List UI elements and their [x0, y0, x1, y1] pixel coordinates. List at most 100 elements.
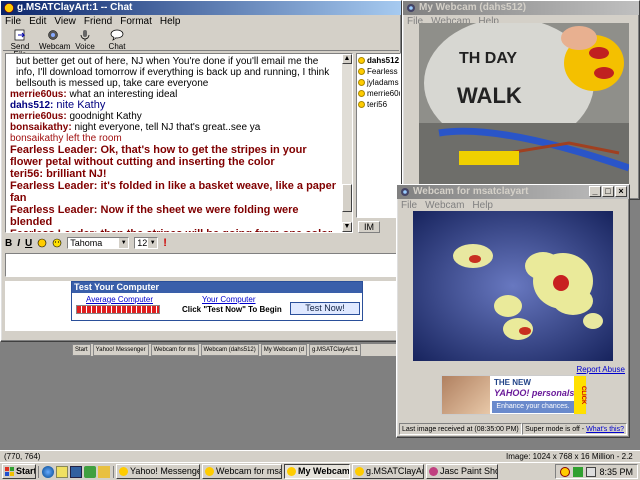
chat-menubar: File Edit View Friend Format Help — [1, 15, 401, 28]
chat-titlebar[interactable]: g.MSATClayArt:1 -- Chat — [1, 1, 401, 15]
user-status-icon — [358, 101, 365, 108]
user-list-item[interactable]: jyladams — [358, 77, 399, 88]
windows-logo-icon — [5, 467, 14, 476]
chevron-down-icon: ▼ — [119, 238, 129, 248]
my-webcam-title: My Webcam (dahs512) — [419, 2, 527, 13]
task-label: Jasc Paint Shop P... — [440, 466, 497, 476]
task-buttons: Yahoo! Messenge... Webcam for msat... My W… — [116, 464, 498, 479]
im-button[interactable]: IM — [358, 221, 380, 233]
outlook-icon[interactable] — [56, 465, 68, 478]
size-select[interactable]: 12 ▼ — [134, 237, 159, 249]
message-sender[interactable]: Fearless Leader: — [10, 180, 97, 192]
message-text: left the room — [63, 133, 122, 144]
chat-toolbar: Send File Webcam Voice Chat — [3, 29, 399, 59]
whats-this-link[interactable]: What's this? — [586, 426, 624, 433]
maximize-button[interactable]: □ — [602, 186, 614, 197]
taskbar-button[interactable]: Yahoo! Messenge... — [116, 464, 200, 479]
task-label: My Webcam (... — [298, 466, 350, 476]
scroll-thumb[interactable] — [342, 184, 352, 212]
font-select-value: Tahoma — [70, 238, 103, 248]
font-select[interactable]: Tahoma ▼ — [67, 237, 130, 249]
message-sender[interactable]: teri56: — [10, 168, 43, 180]
send-file-button[interactable]: Send File — [5, 29, 35, 59]
task-label: g.MSATClayArt:1 ... — [366, 466, 423, 476]
ad-click-text: Click "Test Now" To Begin — [182, 305, 282, 314]
message-sender[interactable]: Fearless Leader: — [10, 228, 97, 232]
user-list-item[interactable]: teri56 — [358, 99, 399, 110]
chat-button[interactable]: Chat — [103, 29, 131, 51]
message-list: but better get out of here, NJ when You'… — [10, 56, 340, 232]
my-webcam-video: TH DAY WALK — [419, 23, 629, 193]
cursor-coords: (770, 764) — [4, 452, 41, 461]
color-icon[interactable] — [37, 238, 47, 248]
network-tray-icon[interactable] — [573, 466, 584, 477]
message-sender[interactable]: merrie60us: — [10, 111, 67, 122]
webcam-button[interactable]: Webcam — [39, 29, 71, 51]
message-input[interactable] — [5, 253, 399, 277]
media-icon[interactable] — [84, 465, 96, 478]
menu-help[interactable]: Help — [160, 15, 181, 28]
user-list-item[interactable]: merrie60us — [358, 88, 400, 99]
ie-icon[interactable] — [42, 465, 54, 478]
format-bar: B I U Tahoma ▼ 12 ▼ ! — [5, 236, 399, 250]
super-mode-status: Super mode is off - What's this? — [522, 423, 627, 435]
message-area[interactable]: but better get out of here, NJ when You'… — [5, 53, 353, 233]
close-button[interactable]: × — [615, 186, 627, 197]
webcam-icon — [401, 188, 409, 196]
message-sender[interactable]: Fearless Leader: — [10, 144, 97, 156]
scroll-down-arrow[interactable]: ▼ — [342, 222, 352, 232]
italic-button[interactable]: I — [17, 238, 20, 249]
clock: 8:35 PM — [599, 466, 633, 477]
user-list-item[interactable]: Fearless Le — [358, 66, 400, 77]
chat-message: merrie60us: goodnight Kathy — [10, 111, 340, 122]
webcam-viewer-titlebar[interactable]: Webcam for msatclayart _ □ × — [397, 185, 629, 199]
user-name: merrie60us — [367, 89, 400, 98]
taskbar-button[interactable]: g.MSATClayArt:1 ... — [352, 464, 424, 479]
menu-friend[interactable]: Friend — [84, 15, 112, 28]
start-button[interactable]: Start — [2, 464, 36, 479]
personals-ad[interactable]: THE NEW YAHOO! personals Enhance your ch… — [441, 375, 587, 415]
taskbar-button[interactable]: Jasc Paint Shop P... — [426, 464, 498, 479]
webcam-icon — [407, 4, 415, 12]
volume-tray-icon[interactable] — [586, 466, 597, 477]
user-list[interactable]: dahs512 Fearless Le jyladams merrie60us teri… — [356, 53, 401, 218]
ad-banner[interactable]: Test Your Computer Average Computer Your… — [71, 281, 363, 321]
yahoo-chat-icon — [4, 3, 14, 13]
message-scrollbar[interactable]: ▲ ▼ — [342, 54, 352, 232]
desktop-icon[interactable] — [70, 465, 82, 478]
task-app-icon — [119, 467, 128, 476]
scroll-up-arrow[interactable]: ▲ — [342, 54, 352, 64]
ad-area: Test Your Computer Average Computer Your… — [5, 281, 399, 331]
strip-item: Webcam for ms — [150, 344, 199, 356]
smiley-icon[interactable] — [52, 238, 62, 248]
menu-file[interactable]: File — [5, 15, 21, 28]
ad-brand: YAHOO! personals — [494, 388, 575, 398]
user-status-icon — [358, 68, 365, 75]
minimize-button[interactable]: _ — [589, 186, 601, 197]
my-webcam-titlebar[interactable]: My Webcam (dahs512) — [403, 1, 639, 15]
menu-format[interactable]: Format — [120, 15, 152, 28]
ad-progress-bar — [76, 305, 160, 314]
alert-icon[interactable]: ! — [163, 237, 167, 249]
message-sender[interactable]: Fearless Leader: — [10, 204, 97, 216]
user-list-item[interactable]: dahs512 — [358, 55, 399, 66]
voice-button[interactable]: Voice — [71, 29, 99, 51]
yahoo-tray-icon[interactable] — [560, 466, 571, 477]
ad-test-now-button[interactable]: Test Now! — [290, 302, 360, 315]
message-sender[interactable]: bonsaikathy — [10, 133, 63, 144]
taskbar-button[interactable]: My Webcam (... — [284, 464, 350, 479]
taskbar-button[interactable]: Webcam for msat... — [202, 464, 282, 479]
chat-message: Fearless Leader: it's folded in like a b… — [10, 180, 340, 204]
message-sender[interactable]: dahs512: — [10, 100, 53, 111]
ad-title: Test Your Computer — [72, 282, 362, 293]
report-abuse-link[interactable]: Report Abuse — [577, 365, 625, 374]
underline-button[interactable]: U — [25, 238, 32, 249]
folder-icon[interactable] — [98, 465, 110, 478]
menu-view[interactable]: View — [54, 15, 76, 28]
quick-launch — [38, 465, 114, 478]
webcam-label: Webcam — [39, 42, 71, 51]
bold-button[interactable]: B — [5, 238, 12, 249]
menu-edit[interactable]: Edit — [29, 15, 46, 28]
chat-message: dahs512: nite Kathy — [10, 100, 340, 112]
message-sender[interactable]: bonsaikathy: — [10, 122, 72, 133]
